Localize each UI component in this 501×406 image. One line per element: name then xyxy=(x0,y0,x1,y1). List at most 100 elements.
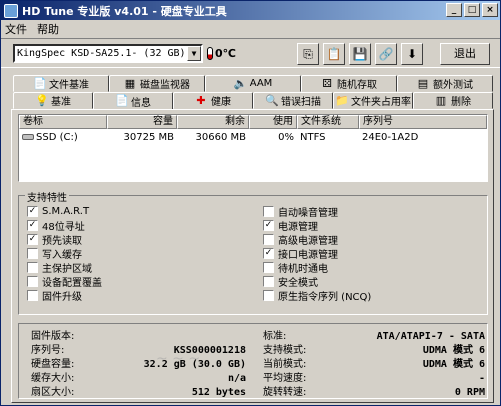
menu-bar: 文件 帮助 xyxy=(1,20,500,38)
toolbar: KingSpec KSD-SA25.1- (32 GB) ▼ 0℃ ⎘ 📋 💾 … xyxy=(1,38,500,68)
feature-item: 原生指令序列 (NCQ) xyxy=(263,288,372,303)
tab-aam[interactable]: 🔈 AAM xyxy=(205,75,301,92)
info-row: 支持模式: UDMA 模式 6 xyxy=(263,344,485,357)
feature-checkbox[interactable] xyxy=(27,261,38,273)
column-capacity[interactable]: 容量 xyxy=(107,115,177,129)
copy-screenshot-button[interactable]: 📋 xyxy=(323,43,345,65)
close-button[interactable]: × xyxy=(482,3,498,17)
maximize-button[interactable]: □ xyxy=(464,3,480,17)
menu-help[interactable]: 帮助 xyxy=(37,21,59,37)
info-value: n/a xyxy=(227,373,246,384)
feature-checkbox[interactable]: ✓ xyxy=(27,205,38,217)
info-label: 硬盘容量: xyxy=(31,359,75,370)
title-bar[interactable]: HD Tune 专业版 v4.01 - 硬盘专业工具 _ □ × xyxy=(1,1,500,20)
info-row: 序列号: KSS000001218 xyxy=(31,344,246,357)
info-icon: 📄 xyxy=(115,94,129,107)
info-label: 缓存大小: xyxy=(31,373,75,384)
info-label: 固件版本: xyxy=(31,331,75,342)
feature-checkbox[interactable] xyxy=(263,233,274,245)
save-button[interactable]: 💾 xyxy=(349,43,371,65)
menu-file[interactable]: 文件 xyxy=(5,21,27,37)
tab-info[interactable]: 📄 信息 xyxy=(93,92,173,109)
main-window: HD Tune 专业版 v4.01 - 硬盘专业工具 _ □ × 文件 帮助 K… xyxy=(0,0,501,406)
feature-checkbox[interactable] xyxy=(27,289,38,301)
tab-error-scan[interactable]: 🔍 错误扫描 xyxy=(253,92,333,109)
info-value: 512 bytes xyxy=(191,387,246,398)
feature-checkbox[interactable] xyxy=(263,275,274,287)
info-row: 固件版本: xyxy=(31,330,246,343)
window-title: HD Tune 专业版 v4.01 - 硬盘专业工具 xyxy=(22,4,227,18)
health-icon: ✚ xyxy=(196,93,206,107)
feature-checkbox[interactable]: ✓ xyxy=(27,219,38,231)
feature-checkbox[interactable] xyxy=(27,247,38,259)
feature-label: 写入缓存 xyxy=(42,249,82,261)
column-used[interactable]: 使用 xyxy=(249,115,297,129)
tab-extra-tests[interactable]: ▤ 额外测试 xyxy=(397,75,493,92)
disk-icon xyxy=(22,134,34,140)
feature-item: 写入缓存 xyxy=(27,246,102,261)
table-row[interactable]: SSD (C:) 30725 MB 30660 MB 0% NTFS 24E0-… xyxy=(19,131,487,145)
extra-test-icon: ▤ xyxy=(417,76,429,90)
options-icon: 🔗 xyxy=(378,47,394,61)
options-button[interactable]: 🔗 xyxy=(375,43,397,65)
feature-label: 设备配置覆盖 xyxy=(42,277,102,289)
delete-icon: ▥ xyxy=(435,93,447,107)
tab-disk-monitor[interactable]: ▦ 磁盘监视器 xyxy=(109,75,205,92)
feature-checkbox[interactable]: ✓ xyxy=(263,219,274,231)
volume-list[interactable]: 卷标 容量 剩余 使用 文件系统 序列号 SSD (C:) 30725 MB 3… xyxy=(18,114,488,182)
volume-free: 30660 MB xyxy=(195,132,246,143)
feature-label: 高级电源管理 xyxy=(278,235,338,247)
file-icon: 📄 xyxy=(33,76,47,90)
supported-features-group: 支持特性 ✓ S.M.A.R.T ✓ 48位寻址 ✓ 预先读取 写入缓存 主保护区域 设备配置覆… xyxy=(18,189,488,315)
feature-item: ✓ 预先读取 xyxy=(27,232,102,247)
tab-random-access[interactable]: ⚄ 随机存取 xyxy=(301,75,397,92)
drive-select[interactable]: KingSpec KSD-SA25.1- (32 GB) ▼ xyxy=(13,44,203,63)
tabs-top-row: 📄 文件基准 ▦ 磁盘监视器 🔈 AAM ⚄ 随机存取 ▤ 额外测试 xyxy=(13,75,493,92)
speaker-icon: 🔈 xyxy=(233,76,248,90)
feature-label: 固件升级 xyxy=(42,291,82,303)
volume-list-header: 卷标 容量 剩余 使用 文件系统 序列号 xyxy=(19,115,487,129)
tab-benchmark[interactable]: 💡 基准 xyxy=(13,92,93,109)
tab-erase[interactable]: ▥ 删除 xyxy=(413,92,493,109)
random-icon: ⚄ xyxy=(322,76,332,90)
temperature-value: 0℃ xyxy=(215,47,236,60)
feature-label: 安全模式 xyxy=(278,277,318,289)
info-label: 当前模式: xyxy=(263,359,307,370)
chevron-down-icon[interactable]: ▼ xyxy=(187,46,201,61)
feature-label: S.M.A.R.T xyxy=(42,205,90,217)
info-row: 平均速度: - xyxy=(263,372,485,385)
info-panel: 卷标 容量 剩余 使用 文件系统 序列号 SSD (C:) 30725 MB 3… xyxy=(11,109,494,403)
feature-item: 安全模式 xyxy=(263,274,371,289)
feature-checkbox[interactable] xyxy=(27,275,38,287)
feature-label: 原生指令序列 (NCQ) xyxy=(278,291,372,303)
feature-item: ✓ 接口电源管理 xyxy=(263,246,371,261)
volume-label: SSD (C:) xyxy=(36,132,78,143)
info-row: 缓存大小: n/a xyxy=(31,372,246,385)
copy-text-button[interactable]: ⎘ xyxy=(297,43,319,65)
tab-folder-usage[interactable]: 📁 文件夹占用率 xyxy=(333,92,413,109)
column-free[interactable]: 剩余 xyxy=(177,115,249,129)
exit-button[interactable]: 退出 xyxy=(440,43,490,65)
feature-checkbox[interactable] xyxy=(263,261,274,273)
feature-label: 待机时通电 xyxy=(278,263,328,275)
tab-file-benchmark[interactable]: 📄 文件基准 xyxy=(13,75,109,92)
info-row: 旋转转速: 0 RPM xyxy=(263,386,485,399)
scan-icon: 🔍 xyxy=(265,93,279,107)
feature-item: 自动噪音管理 xyxy=(263,204,371,219)
feature-checkbox[interactable]: ✓ xyxy=(263,247,274,259)
download-button[interactable]: ⬇ xyxy=(401,43,423,65)
feature-checkbox[interactable] xyxy=(263,205,274,217)
floppy-icon: 💾 xyxy=(352,47,368,61)
volume-used: 0% xyxy=(278,132,294,143)
column-label[interactable]: 卷标 xyxy=(19,115,107,129)
tab-health[interactable]: ✚ 健康 xyxy=(173,92,253,109)
column-serial[interactable]: 序列号 xyxy=(359,115,487,129)
feature-checkbox[interactable] xyxy=(263,289,274,301)
column-filesystem[interactable]: 文件系统 xyxy=(297,115,359,129)
feature-checkbox[interactable]: ✓ xyxy=(27,233,38,245)
thermometer-icon xyxy=(207,47,213,60)
down-arrow-icon: ⬇ xyxy=(406,47,418,61)
feature-label: 预先读取 xyxy=(42,235,82,247)
volume-capacity: 30725 MB xyxy=(123,132,174,143)
minimize-button[interactable]: _ xyxy=(446,3,462,17)
